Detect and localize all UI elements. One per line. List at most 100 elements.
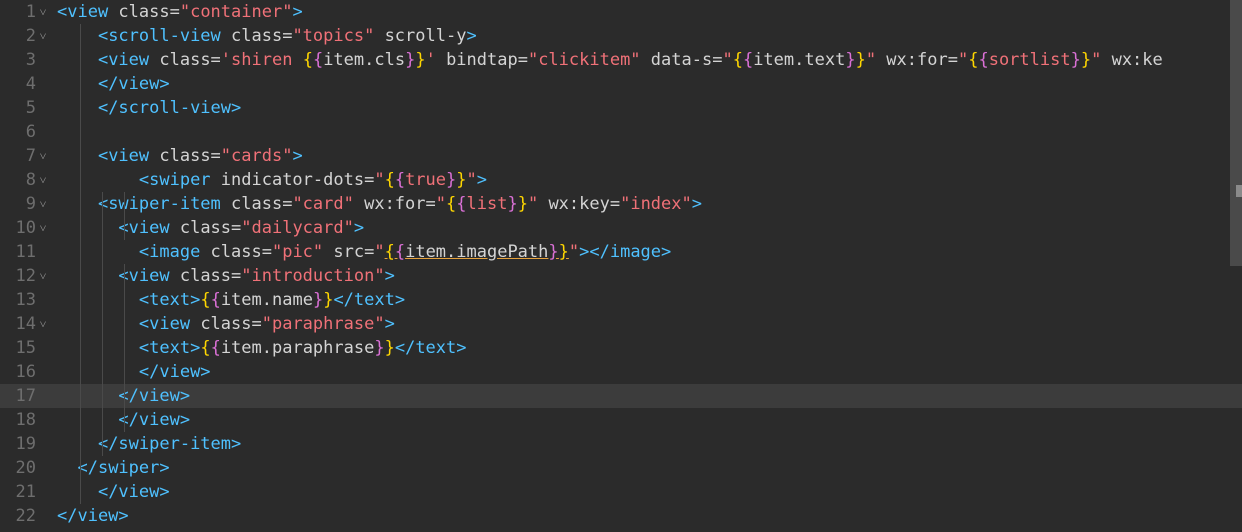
code-token: </swiper> bbox=[77, 458, 170, 478]
code-line[interactable]: 4 </view> bbox=[0, 72, 1242, 96]
line-number: 14 bbox=[15, 314, 36, 334]
code-token: } bbox=[517, 194, 528, 214]
code-token: ' bbox=[425, 50, 436, 70]
code-token: } bbox=[548, 242, 559, 262]
code-line[interactable]: 19 </swiper-item> bbox=[0, 432, 1242, 456]
line-number: 1 bbox=[25, 2, 36, 22]
code-token: wx:for= bbox=[353, 194, 436, 214]
code-token: class= bbox=[108, 2, 180, 22]
code-line[interactable]: 14 ˅ <view class="paraphrase"> bbox=[0, 312, 1242, 336]
code-token: { bbox=[742, 50, 754, 70]
line-number: 19 bbox=[15, 434, 36, 454]
code-token: { bbox=[968, 50, 979, 70]
code-line[interactable]: 1 ˅ <view class="container"> bbox=[0, 0, 1242, 24]
code-token: } bbox=[558, 242, 569, 262]
code-token: </view> bbox=[57, 506, 129, 526]
code-token: } bbox=[1070, 50, 1081, 70]
line-number: 4 bbox=[25, 74, 36, 94]
code-line[interactable]: 8 ˅ <swiper indicator-dots="{{true}}"> bbox=[0, 168, 1242, 192]
code-token: wx:ke bbox=[1101, 50, 1163, 70]
code-line[interactable]: 11 <image class="pic" src="{{item.imageP… bbox=[0, 240, 1242, 264]
code-token: " bbox=[435, 194, 446, 214]
code-token: " bbox=[568, 242, 580, 262]
fold-chevron-icon[interactable]: ˅ bbox=[36, 264, 50, 288]
code-token: { bbox=[200, 290, 211, 310]
code-line[interactable]: 16 </view> bbox=[0, 360, 1242, 384]
code-token: { bbox=[978, 50, 989, 70]
code-token: > bbox=[292, 2, 303, 22]
code-token: <view bbox=[97, 50, 150, 70]
code-token: item.text bbox=[753, 50, 846, 70]
fold-chevron-icon[interactable]: ˅ bbox=[36, 144, 50, 168]
code-text: <swiper indicator-dots="{{true}}"> bbox=[57, 168, 487, 192]
code-text: <view class="cards"> bbox=[57, 144, 303, 168]
code-line[interactable]: 13 <text>{{item.name}}</text> bbox=[0, 288, 1242, 312]
code-token: <swiper-item bbox=[97, 194, 221, 214]
code-token: > bbox=[384, 266, 395, 286]
code-line[interactable]: 2 ˅ <scroll-view class="topics" scroll-y> bbox=[0, 24, 1242, 48]
code-token: { bbox=[302, 50, 313, 70]
code-line[interactable]: 6 bbox=[0, 120, 1242, 144]
code-line[interactable]: 12 ˅ <view class="introduction"> bbox=[0, 264, 1242, 288]
line-number: 7 bbox=[25, 146, 36, 166]
code-token: } bbox=[507, 194, 518, 214]
code-line[interactable]: 22 </view> bbox=[0, 504, 1242, 528]
code-line[interactable]: 21 </view> bbox=[0, 480, 1242, 504]
fold-chevron-icon[interactable]: ˅ bbox=[36, 312, 50, 336]
code-token: item.imagePath bbox=[405, 242, 549, 262]
code-token: > bbox=[691, 194, 702, 214]
code-token: " bbox=[527, 194, 539, 214]
line-number: 16 bbox=[15, 362, 36, 382]
line-number: 18 bbox=[15, 410, 36, 430]
code-text: <view class="dailycard"> bbox=[57, 216, 364, 240]
code-line[interactable]: 5 </scroll-view> bbox=[0, 96, 1242, 120]
code-token: list bbox=[466, 194, 508, 214]
code-token: </scroll-view> bbox=[97, 98, 242, 118]
code-line[interactable]: 17 </view> bbox=[0, 384, 1242, 408]
code-text: </swiper-item> bbox=[57, 432, 241, 456]
code-token: class= bbox=[220, 194, 293, 214]
code-token: <scroll-view bbox=[97, 26, 221, 46]
code-token: sortlist bbox=[988, 50, 1071, 70]
fold-chevron-icon[interactable]: ˅ bbox=[36, 216, 50, 240]
code-token: <swiper bbox=[138, 170, 211, 190]
fold-chevron-icon[interactable]: ˅ bbox=[36, 0, 50, 24]
code-token: bindtap= bbox=[435, 50, 528, 70]
code-line[interactable]: 9 ˅ <swiper-item class="card" wx:for="{{l… bbox=[0, 192, 1242, 216]
code-token: { bbox=[200, 338, 211, 358]
code-text: </view> bbox=[57, 480, 170, 504]
code-token: " bbox=[722, 50, 733, 70]
code-line[interactable]: 18 </view> bbox=[0, 408, 1242, 432]
code-token: </text> bbox=[333, 290, 406, 310]
code-line[interactable]: 20 </swiper> bbox=[0, 456, 1242, 480]
fold-chevron-icon[interactable]: ˅ bbox=[36, 192, 50, 216]
code-text: <view class="container"> bbox=[57, 0, 303, 24]
code-line[interactable]: 15 <text>{{item.paraphrase}}</text> bbox=[0, 336, 1242, 360]
code-text: <view class="paraphrase"> bbox=[57, 312, 395, 336]
code-token: item.cls bbox=[323, 50, 406, 70]
code-line[interactable]: 7 ˅ <view class="cards"> bbox=[0, 144, 1242, 168]
code-token: " bbox=[957, 50, 969, 70]
code-text: </view> bbox=[57, 504, 129, 528]
code-token: "card" bbox=[292, 194, 354, 214]
code-token: ></image> bbox=[579, 242, 672, 262]
fold-chevron-icon[interactable]: ˅ bbox=[36, 24, 50, 48]
code-token: "dailycard" bbox=[241, 218, 354, 238]
code-token: } bbox=[312, 290, 324, 310]
code-token: data-s= bbox=[640, 50, 723, 70]
code-line[interactable]: 3 <view class='shiren {{item.cls}}' bind… bbox=[0, 48, 1242, 72]
code-token: 'shiren bbox=[220, 50, 303, 70]
code-token: > bbox=[292, 146, 303, 166]
code-token: <image bbox=[138, 242, 201, 262]
code-text: </scroll-view> bbox=[57, 96, 241, 120]
code-token: </swiper-item> bbox=[97, 434, 242, 454]
code-line[interactable]: 10 ˅ <view class="dailycard"> bbox=[0, 216, 1242, 240]
code-editor[interactable]: 1 ˅ <view class="container"> 2 ˅ <scroll-vie… bbox=[0, 0, 1242, 532]
indent-guide bbox=[124, 264, 125, 432]
fold-chevron-icon[interactable]: ˅ bbox=[36, 168, 50, 192]
